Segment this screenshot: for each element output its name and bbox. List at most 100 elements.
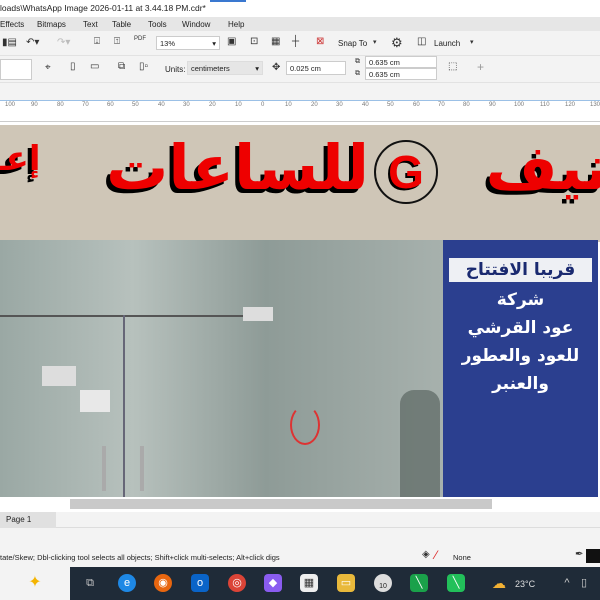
fill-value: None [453,553,471,562]
menu-bitmaps[interactable]: Bitmaps [37,18,66,31]
portrait-icon[interactable]: ▯ [70,62,76,72]
sparkle-icon[interactable]: ✦ [26,574,44,592]
ruler-tick: 20 [311,102,318,108]
drawing-canvas[interactable]: إعـ نيف للساعات G قريبا الافتتاح شركة عو… [0,122,600,497]
rulers-icon[interactable]: ⊡ [250,37,258,47]
outlook-icon[interactable]: o [191,574,209,592]
ruler-tick: 10 [235,102,242,108]
sign-line: للعود والعطور [461,346,580,366]
duplicate-y-value: 0.635 cm [369,70,400,79]
scrollbar-thumb[interactable] [70,499,492,509]
snap-off-icon[interactable]: ⊠ [316,37,324,47]
no-fill-swatch-icon[interactable]: ⁄ [435,549,437,561]
paper-options-icon[interactable]: ⌖ [45,63,51,73]
chevron-down-icon[interactable]: ▾ [470,39,474,46]
door-sticker [42,366,76,386]
current-page-icon[interactable]: ▯▫ [139,62,148,72]
outline-color-swatch[interactable] [586,549,600,563]
door-frame [123,315,125,497]
nudge-distance-field[interactable]: 0.025 cm [286,61,346,75]
units-label: Units: [165,65,186,74]
duplicate-y-field[interactable]: 0.635 cm [365,68,437,80]
tray-icon[interactable]: ▯ [575,574,593,592]
ruler-tick: 110 [540,102,550,108]
store-icon[interactable]: ▦ [300,574,318,592]
guidelines-icon[interactable]: ┼ [292,37,299,47]
firefox-icon[interactable]: ◉ [154,574,172,592]
zoom-value: 13% [160,39,176,48]
windows-taskbar: ✦ ⧉ e ◉ o ◎ ◆ ▦ ▭ 10 ╲ ╲ ☁ 23°C ^ ▯ [0,567,600,600]
menu-window[interactable]: Window [182,18,210,31]
page-size-field[interactable] [0,59,32,80]
graffiti-mark [290,405,320,445]
horizontal-scrollbar[interactable] [0,497,600,512]
gear-icon[interactable]: ⚙ [391,36,403,49]
ruler-tick: 100 [514,102,525,108]
units-value: centimeters [191,64,230,73]
menu-text[interactable]: Text [83,18,98,31]
duplicate-x-value: 0.635 cm [369,58,400,67]
edge-icon[interactable]: e [118,574,136,592]
coreldraw-active-icon[interactable]: ╲ [447,574,465,592]
ruler-tick: 80 [57,102,64,108]
treat-as-filled-icon[interactable]: ⬚ [448,62,457,72]
window-title: loads\WhatsApp Image 2026-01-11 at 3.44.… [0,3,206,13]
person-reflection [400,390,440,497]
weather-temp[interactable]: 23°C [515,579,535,589]
title-bar: loads\WhatsApp Image 2026-01-11 at 3.44.… [0,0,600,17]
coreldraw-icon[interactable]: ╲ [410,574,428,592]
all-pages-icon[interactable]: ⧉ [118,62,125,72]
ruler-tick: 40 [362,102,369,108]
ruler-tick: 10 [285,102,292,108]
full-screen-icon[interactable]: ▣ [227,37,236,47]
ruler-tick: 120 [565,102,576,108]
menu-effects[interactable]: Effects [0,18,24,31]
grid-icon[interactable]: ▦ [271,37,280,47]
outline-pen-icon[interactable]: ✒ [575,550,583,560]
banner-logo-g: G [374,140,438,204]
ruler-tick: 130 [590,102,600,108]
file-explorer-icon[interactable]: ▭ [337,574,355,592]
launch-button[interactable]: Launch [434,39,460,48]
chevron-down-icon[interactable]: ▾ [373,39,377,46]
weather-icon[interactable]: ☁ [490,574,508,592]
menu-tools[interactable]: Tools [148,18,167,31]
nudge-value: 0.025 cm [290,64,321,73]
export-icon[interactable]: ⍐ [114,37,120,47]
duplicate-x-icon: ⧉ [355,58,360,65]
storefront-photo [0,240,443,497]
door-lock [243,307,273,321]
copilot-icon[interactable]: ◆ [264,574,282,592]
property-bar: ⌖ ▯ ▭ ⧉ ▯▫ Units: centimeters ▾ ✥ 0.025 c… [0,56,600,83]
door-frame [0,315,270,317]
snap-to-button[interactable]: Snap To [338,39,367,48]
pdf-icon[interactable]: PDF [134,36,146,42]
paste-icon[interactable]: ▮▤ [2,38,17,48]
launch-icon[interactable]: ◫ [417,37,426,47]
import-icon[interactable]: ⍗ [94,37,100,47]
whatsapp-icon[interactable]: 10 [374,574,392,592]
fill-icon[interactable]: ◈ [422,550,430,560]
menu-help[interactable]: Help [228,18,244,31]
door-sticker [80,390,110,412]
page-tab[interactable]: Page 1 [0,512,56,528]
ruler-tick: 100 [5,102,16,108]
ruler-tick: 30 [183,102,190,108]
horizontal-ruler[interactable]: 100 90 80 70 60 50 40 30 20 10 0 10 20 3… [0,100,600,122]
menu-table[interactable]: Table [112,18,131,31]
undo-icon[interactable]: ↶▾ [26,38,39,48]
duplicate-x-field[interactable]: 0.635 cm [365,56,437,68]
chrome-icon[interactable]: ◎ [228,574,246,592]
banner-text: نيف للساعات [106,131,600,204]
landscape-icon[interactable]: ▭ [90,62,99,72]
units-select[interactable]: centimeters ▾ [187,61,263,75]
plus-icon[interactable]: + [477,61,484,73]
chevron-up-icon[interactable]: ^ [558,574,576,592]
opening-soon-sign: قريبا الافتتاح شركة عود القرشي للعود وال… [443,240,598,497]
ruler-tick: 90 [31,102,38,108]
task-view-icon[interactable]: ⧉ [81,574,99,592]
menu-bar: Effects Bitmaps Text Table Tools Window … [0,17,600,31]
ruler-tick: 20 [209,102,216,108]
zoom-level-select[interactable]: 13% ▾ [156,36,220,50]
redo-icon[interactable]: ↷▾ [57,38,70,48]
